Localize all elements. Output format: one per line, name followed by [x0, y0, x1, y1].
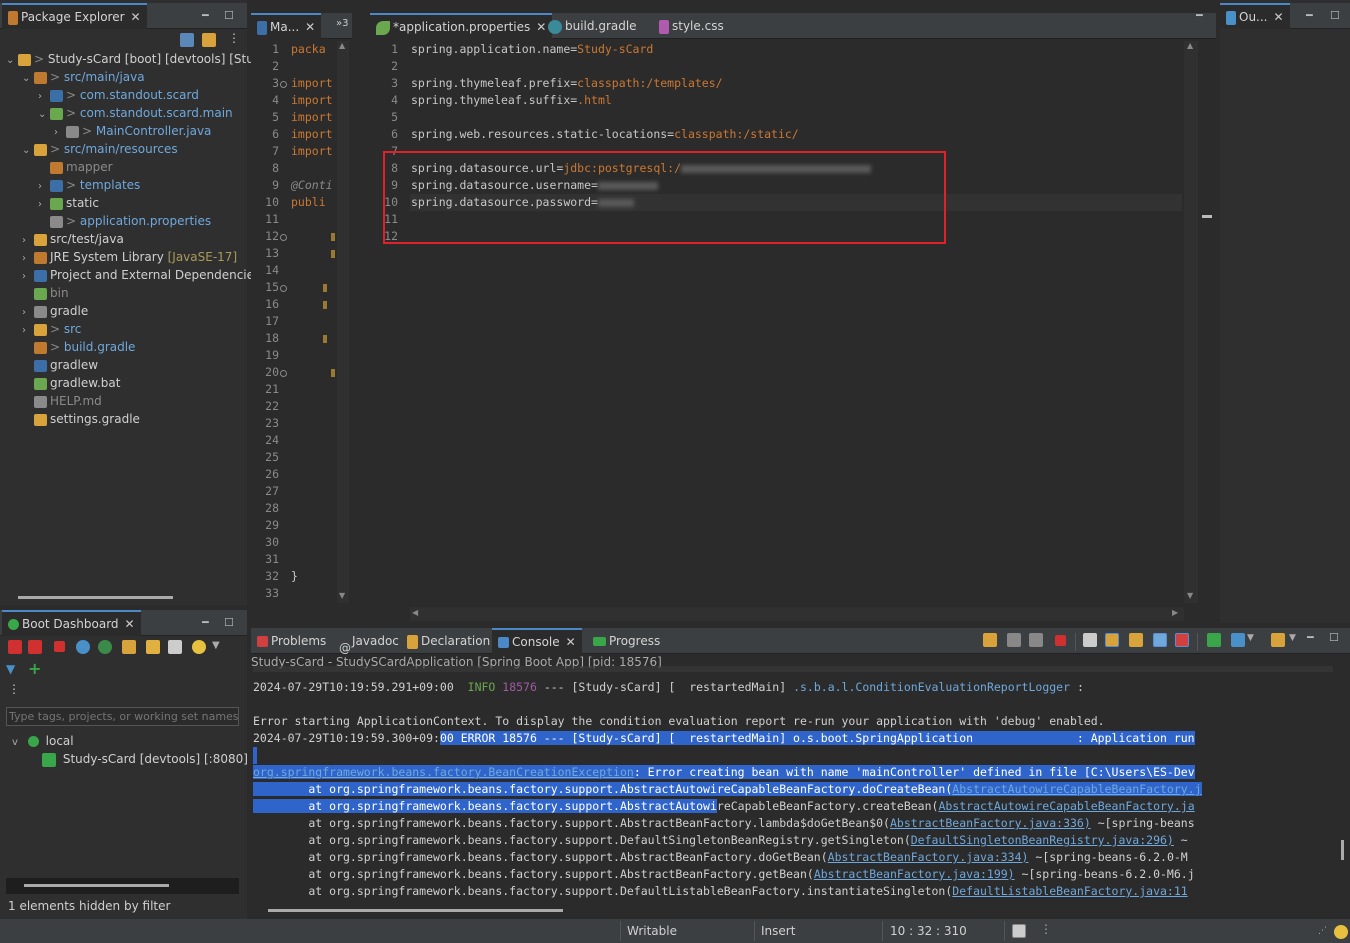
- exception-link: org.springframework.beans.factory.BeanCr…: [253, 765, 634, 779]
- status-separator: [754, 921, 755, 941]
- selected-text: : Error creating bean with name 'mainCon…: [633, 765, 1195, 779]
- console-vscroll[interactable]: [1341, 840, 1344, 860]
- console-line[interactable]: 2024-07-29T10:19:59.300+09:00 ERROR 1857…: [253, 730, 1195, 747]
- status-separator: [620, 921, 621, 941]
- separator: :: [1070, 680, 1084, 694]
- status-writable: Writable: [627, 924, 677, 938]
- selected-text: at org.springframework.beans.factory.sup…: [253, 782, 953, 796]
- console-text: at org.springframework.beans.factory.sup…: [253, 850, 828, 864]
- console-line[interactable]: at org.springframework.beans.factory.sup…: [253, 849, 1188, 866]
- logger-name: .s.b.a.l.ConditionEvaluationReportLogger: [793, 680, 1071, 694]
- source-link: AbstractBeanFactory.java:334): [827, 850, 1029, 864]
- status-cursor-position: 10 : 32 : 310: [890, 924, 967, 938]
- console-line[interactable]: org.springframework.beans.factory.BeanCr…: [253, 764, 1195, 781]
- console-text: ~[spring-beans-6.2.0-M6.j: [1014, 867, 1195, 881]
- console-hscroll[interactable]: [268, 909, 563, 912]
- console-text: ~: [1173, 833, 1188, 847]
- console-output-clip: [1336, 669, 1350, 901]
- selected-text: [253, 747, 257, 764]
- console-line[interactable]: at org.springframework.beans.factory.sup…: [253, 832, 1188, 849]
- source-link: AbstractBeanFactory.java:336): [889, 816, 1091, 830]
- timestamp: 2024-07-29T10:19:59.291+09:00: [253, 680, 468, 694]
- console-line[interactable]: at org.springframework.beans.factory.sup…: [253, 798, 1195, 815]
- console-line[interactable]: 2024-07-29T10:19:59.291+09:00 INFO 18576…: [253, 679, 1084, 696]
- pid: 18576: [495, 680, 537, 694]
- status-insert-mode[interactable]: Insert: [761, 919, 795, 943]
- background-tasks-icon[interactable]: [1012, 924, 1026, 938]
- log-level: INFO: [467, 680, 496, 694]
- thread: --- [Study-sCard] [ restartedMain]: [536, 680, 794, 694]
- selected-text: 00 ERROR 18576 --- [Study-sCard] [ resta…: [439, 731, 1195, 745]
- console-text: at org.springframework.beans.factory.sup…: [253, 884, 953, 898]
- status-menu-icon[interactable]: ⋮: [1040, 922, 1052, 936]
- console-text: ~[spring-beans-6.2.0-M: [1028, 850, 1188, 864]
- console-line[interactable]: at org.springframework.beans.factory.sup…: [253, 866, 1195, 883]
- source-link: AbstractAutowireCapableBeanFactory.j: [952, 782, 1202, 796]
- console-text: reCapableBeanFactory.createBean(: [716, 799, 939, 813]
- console-line[interactable]: at org.springframework.beans.factory.sup…: [253, 883, 1188, 900]
- status-separator: [1004, 921, 1005, 941]
- console-line[interactable]: [253, 747, 257, 764]
- status-separator: [882, 921, 883, 941]
- console-output: 2024-07-29T10:19:59.291+09:00 INFO 18576…: [0, 0, 1336, 943]
- timestamp: 2024-07-29T10:19:59.300+09:: [253, 731, 440, 745]
- console-text: at org.springframework.beans.factory.sup…: [253, 867, 814, 881]
- console-text: at org.springframework.beans.factory.sup…: [253, 816, 890, 830]
- source-link: AbstractBeanFactory.java:199): [813, 867, 1015, 881]
- resize-grip-icon[interactable]: ⋰: [1318, 926, 1327, 936]
- source-link: AbstractAutowireCapableBeanFactory.ja: [938, 799, 1195, 813]
- console-line[interactable]: at org.springframework.beans.factory.sup…: [253, 781, 1202, 798]
- console-text: ~[spring-beans: [1090, 816, 1195, 830]
- console-line[interactable]: Error starting ApplicationContext. To di…: [253, 713, 1105, 730]
- selected-text: at org.springframework.beans.factory.sup…: [253, 799, 717, 813]
- notifications-icon[interactable]: [1334, 925, 1348, 939]
- console-line[interactable]: at org.springframework.beans.factory.sup…: [253, 815, 1195, 832]
- console-text: at org.springframework.beans.factory.sup…: [253, 833, 911, 847]
- source-link: DefaultSingletonBeanRegistry.java:296): [910, 833, 1174, 847]
- console-text: Error starting ApplicationContext. To di…: [253, 714, 1105, 728]
- source-link: DefaultListableBeanFactory.java:11: [952, 884, 1188, 898]
